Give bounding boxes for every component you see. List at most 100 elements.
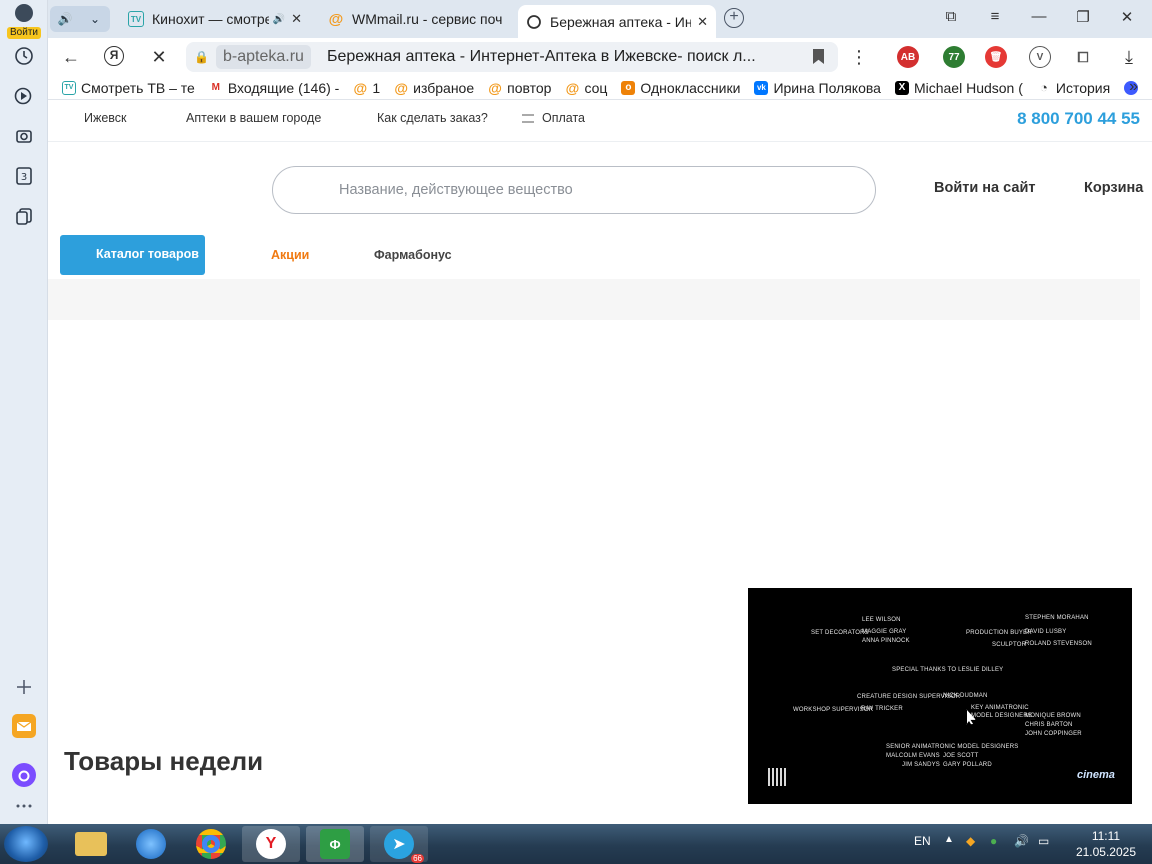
payment-link[interactable]: Оплата: [542, 111, 585, 125]
more-dots-icon[interactable]: [13, 795, 35, 817]
address-bar-row: ← Я ✕ 🔒 b-apteka.ru Бережная аптека - Ин…: [48, 38, 1152, 76]
bookmark-odnoklassniki[interactable]: о Одноклассники: [621, 80, 740, 96]
explorer-icon[interactable]: [62, 826, 120, 862]
bookmark-soc[interactable]: @ соц: [565, 79, 608, 96]
login-link[interactable]: Войти на сайт: [934, 180, 1035, 196]
collections-icon[interactable]: [13, 205, 35, 227]
alice-icon[interactable]: [12, 763, 36, 787]
bookmark-gmail[interactable]: M Входящие (146) -: [209, 80, 340, 96]
credit-line: RAY TRICKER: [861, 706, 903, 712]
bookmark-history[interactable]: ◔ История: [1037, 80, 1110, 96]
site-search[interactable]: [272, 166, 899, 214]
screenshot-icon[interactable]: [13, 125, 35, 147]
credit-line: JOHN COPPINGER: [1025, 731, 1082, 737]
catalog-button[interactable]: Каталог товаров: [60, 235, 205, 275]
yandex-browser-icon[interactable]: Y: [242, 826, 300, 862]
qr-code-icon: [768, 768, 786, 786]
how-to-order-link[interactable]: Как сделать заказ?: [377, 111, 488, 125]
bookmark-1[interactable]: @ 1: [353, 79, 381, 96]
credit-line: SCULPTOR: [992, 642, 1027, 648]
section-title: Товары недели: [64, 746, 264, 776]
menu-icon[interactable]: ≡: [984, 8, 1006, 25]
yandex-home-icon[interactable]: Я: [104, 46, 124, 66]
bookmark-label: 1: [372, 79, 381, 96]
tv-icon: TV: [62, 80, 76, 95]
wmmail-icon: @: [488, 79, 502, 96]
url-page-title[interactable]: Бережная аптека - Интернет-Аптека в Ижев…: [327, 48, 767, 66]
trash-ext-icon[interactable]: 🗑: [985, 46, 1007, 68]
credit-line: STEPHEN MORAHAN: [1025, 615, 1089, 621]
close-window-icon[interactable]: ✕: [1116, 8, 1138, 26]
promo-link[interactable]: Акции: [271, 248, 309, 262]
telegram-icon[interactable]: ➤ 66: [370, 826, 428, 863]
network-icon[interactable]: ▭: [1038, 834, 1049, 848]
cart-link[interactable]: Корзина: [1084, 180, 1143, 196]
url-bar[interactable]: 🔒 b-apteka.ru Бережная аптека - Интернет…: [186, 42, 838, 72]
bookmark-povtor[interactable]: @ повтор: [488, 80, 551, 96]
tab-kinohit[interactable]: TV Кинохит — смотреть 🔊 ✕: [120, 5, 310, 33]
minimize-icon[interactable]: —: [1028, 8, 1050, 25]
volume-icon[interactable]: 🔊: [1014, 834, 1029, 848]
bookmark-vk[interactable]: vk Ирина Полякова: [754, 80, 881, 96]
tab-title: Бережная аптека - Инт: [550, 13, 692, 30]
more-bookmarks-icon[interactable]: »: [1129, 78, 1138, 96]
svg-text:3: 3: [21, 172, 27, 183]
close-icon[interactable]: ✕: [291, 11, 302, 27]
bookmark-tv[interactable]: TV Смотреть ТВ – те: [62, 80, 195, 96]
download-icon[interactable]: ⤓: [1118, 46, 1140, 68]
ok-icon: о: [621, 80, 636, 95]
tray-expand-icon[interactable]: ▲: [944, 834, 954, 845]
tabs-overview-icon[interactable]: ⧉: [940, 8, 962, 25]
telegram-badge: 66: [411, 854, 424, 863]
loading-icon: [526, 14, 542, 30]
tab-wmmail[interactable]: @ WMmail.ru - сервис почто: [320, 5, 510, 33]
speaker-icon[interactable]: 🔊: [273, 14, 285, 25]
start-button[interactable]: [4, 826, 48, 862]
tray-app-icon[interactable]: ◆: [966, 834, 975, 848]
credit-line: DAVID LUSBY: [1025, 629, 1067, 635]
globe-ext-icon[interactable]: 77: [943, 46, 965, 68]
tab-title: WMmail.ru - сервис почто: [352, 11, 502, 27]
adblock-icon[interactable]: AB: [897, 46, 919, 68]
browser-globe-icon[interactable]: [122, 826, 180, 862]
tray-globe-icon[interactable]: ●: [990, 834, 997, 848]
bookmark-izbranoe[interactable]: @ избраное: [394, 80, 474, 96]
restore-icon[interactable]: ❐: [1072, 8, 1094, 26]
new-tab-button[interactable]: +: [724, 8, 744, 28]
puzzle-ext-icon[interactable]: ⧠: [1072, 46, 1094, 68]
bookmark-icon[interactable]: [813, 49, 824, 64]
lock-icon[interactable]: 🔒: [194, 50, 209, 64]
mail-icon[interactable]: [12, 714, 36, 738]
more-options-icon[interactable]: ⋮: [848, 46, 870, 68]
history-icon[interactable]: [13, 45, 35, 67]
channel-logo: cinema: [1077, 769, 1115, 781]
counter-icon[interactable]: 3: [13, 165, 35, 187]
back-button[interactable]: ←: [60, 46, 82, 68]
phone-number[interactable]: 8 800 700 44 55: [1017, 109, 1140, 129]
clock-date: 21.05.2025: [1075, 845, 1136, 859]
url-domain[interactable]: b-apteka.ru: [216, 45, 311, 69]
pharmabonus-link[interactable]: Фармабонус: [374, 248, 452, 262]
search-input[interactable]: [339, 167, 899, 213]
language-indicator[interactable]: EN: [914, 834, 931, 848]
chrome-icon[interactable]: [182, 826, 240, 862]
tab-apteka[interactable]: Бережная аптека - Инт ✕: [518, 5, 716, 38]
close-icon[interactable]: ✕: [697, 14, 708, 30]
bookmark-label: соц: [584, 79, 608, 96]
bookmark-x[interactable]: X Michael Hudson (: [894, 80, 1023, 96]
pharmacy-app-icon[interactable]: Ф: [306, 826, 364, 862]
login-button[interactable]: Войти: [6, 4, 42, 39]
video-icon[interactable]: [13, 85, 35, 107]
pharmacies-link[interactable]: Аптеки в вашем городе: [186, 111, 321, 125]
credit-line: SET DECORATORS: [811, 630, 869, 636]
speaker-icon[interactable]: 🔊: [50, 6, 80, 32]
tab-audio-group[interactable]: 🔊 ⌄: [50, 6, 110, 32]
city-selector[interactable]: Ижевск: [84, 111, 127, 125]
chevron-down-icon[interactable]: ⌄: [80, 6, 110, 32]
stop-loading-button[interactable]: ✕: [148, 46, 170, 68]
pip-video-player[interactable]: cinema STEPHEN MORAHAN LEE WILSON SET DECO…: [748, 588, 1132, 804]
system-clock[interactable]: 11:11 21.05.2025: [1076, 828, 1136, 860]
vk-icon: vk: [754, 80, 769, 95]
add-icon[interactable]: [13, 676, 35, 698]
v-ext-icon[interactable]: V: [1029, 46, 1051, 68]
